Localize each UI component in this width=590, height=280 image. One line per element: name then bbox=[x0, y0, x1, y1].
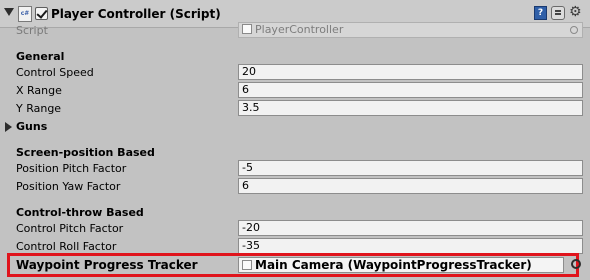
component-title: Player Controller (Script) bbox=[51, 7, 221, 21]
gameobject-icon bbox=[242, 260, 252, 270]
position-pitch-factor-label: Position Pitch Factor bbox=[16, 162, 127, 175]
section-control-throw: Control-throw Based bbox=[16, 206, 144, 219]
control-speed-field[interactable]: 20 bbox=[238, 64, 583, 80]
section-general: General bbox=[16, 50, 65, 63]
script-field-value: PlayerController bbox=[255, 23, 344, 36]
control-roll-factor-label: Control Roll Factor bbox=[16, 240, 117, 253]
waypoint-progress-tracker-label: Waypoint Progress Tracker bbox=[16, 258, 198, 272]
object-picker-icon[interactable] bbox=[571, 259, 581, 269]
y-range-label: Y Range bbox=[16, 102, 62, 115]
script-picker-icon bbox=[570, 26, 578, 34]
waypoint-field-value: Main Camera (WaypointProgressTracker) bbox=[255, 258, 532, 272]
script-asset-icon bbox=[242, 24, 252, 34]
script-field: PlayerController bbox=[238, 22, 583, 38]
position-yaw-factor-field[interactable]: 6 bbox=[238, 178, 583, 194]
x-range-field[interactable]: 6 bbox=[238, 82, 583, 98]
control-pitch-factor-field[interactable]: -20 bbox=[238, 220, 583, 236]
gear-icon[interactable]: ⚙ bbox=[569, 5, 582, 19]
section-screen-position: Screen-position Based bbox=[16, 146, 155, 159]
control-pitch-factor-label: Control Pitch Factor bbox=[16, 222, 124, 235]
foldout-arrow-icon[interactable] bbox=[4, 8, 14, 16]
waypoint-progress-tracker-field[interactable]: Main Camera (WaypointProgressTracker) bbox=[238, 257, 564, 273]
position-yaw-factor-label: Position Yaw Factor bbox=[16, 180, 121, 193]
x-range-label: X Range bbox=[16, 84, 62, 97]
enable-checkbox[interactable] bbox=[35, 7, 48, 20]
control-speed-label: Control Speed bbox=[16, 66, 94, 79]
help-icon[interactable]: ? bbox=[534, 6, 547, 20]
y-range-field[interactable]: 3.5 bbox=[238, 100, 583, 116]
position-pitch-factor-field[interactable]: -5 bbox=[238, 160, 583, 176]
script-label: Script bbox=[16, 24, 48, 37]
preset-icon[interactable] bbox=[551, 6, 565, 20]
control-roll-factor-field[interactable]: -35 bbox=[238, 238, 583, 254]
guns-foldout-icon[interactable] bbox=[5, 122, 12, 132]
script-icon: c# bbox=[18, 6, 32, 22]
guns-foldout[interactable]: Guns bbox=[16, 120, 47, 133]
